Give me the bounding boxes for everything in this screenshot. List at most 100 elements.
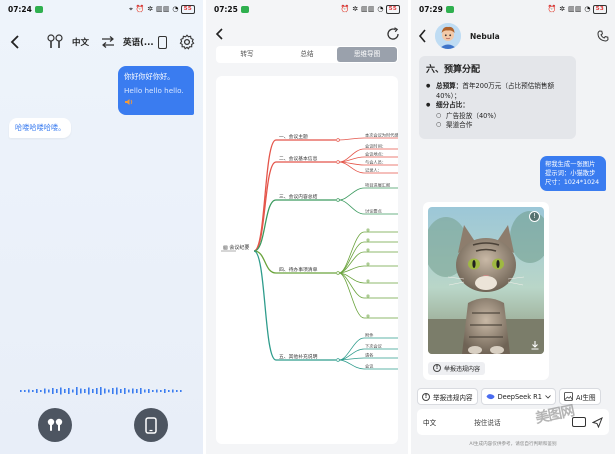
list-item: 细分占比：: [426, 101, 569, 112]
translation-screen: 07:24 ⌖ ⏰ ✲ ▥▥ ◔ 55 中文 英语(... 你好你好你好。 He…: [0, 0, 203, 454]
send-icon[interactable]: [592, 416, 603, 428]
leaf-connector: [338, 231, 365, 274]
battery-icon: 55: [180, 4, 195, 14]
leaf-connector: [338, 187, 365, 201]
chat-header: Nebula: [411, 20, 615, 52]
mindmap-leaf-icon: [366, 294, 370, 298]
back-icon[interactable]: [8, 34, 24, 50]
earbuds-icon: [47, 418, 63, 431]
phone-call-icon[interactable]: [597, 30, 609, 42]
mindmap-leaf-icon: [366, 262, 370, 266]
hold-to-talk[interactable]: 按住说话: [474, 417, 500, 427]
notification-icon: [445, 5, 454, 13]
phone-mode-button[interactable]: [134, 408, 168, 442]
input-language[interactable]: 中文: [423, 417, 436, 427]
mindmap: ▧ 会议纪要 一、会议主题 本次会议为时代感相二、会议基本信息 会议时间：会议地点：与…: [221, 132, 398, 370]
user-request-bubble[interactable]: 帮我生成一张图片 提示词：小猫散步 尺寸：1024*1024: [540, 156, 606, 191]
mindmap-leaf: 记录人：: [365, 167, 382, 173]
ai-chat-screen: 07:29 ⏰ ✲ ▥▥ ◔ 53 Nebula 六、预算分配 总预算：首年20…: [411, 0, 615, 454]
leaf-connector: [338, 272, 365, 299]
branch-node: [336, 198, 340, 202]
battery-icon: 53: [592, 4, 607, 14]
source-language[interactable]: 中文: [72, 36, 89, 48]
view-tabs: 转写 总结 思维导图: [216, 46, 398, 63]
alert-icon: !: [422, 392, 430, 401]
mindmap-branch: 四、待办事项清单: [279, 266, 318, 273]
mindmap-leaf: 项目进展汇报: [365, 182, 391, 189]
leaf-connector: [338, 251, 365, 274]
audio-waveform: [20, 387, 182, 395]
partner-speech-bubble[interactable]: 哈喽哈喽哈喽。: [9, 118, 72, 138]
avatar[interactable]: [435, 23, 461, 49]
translated-text: Hello hello hello.: [124, 86, 184, 95]
list-item: 总预算：首年200万元（占比预估销售额 40%）；: [426, 82, 569, 101]
mindmap-branch: 五、其他补充说明: [279, 353, 318, 360]
bot-avatar-icon: [435, 23, 461, 49]
notification-icon: [240, 5, 249, 13]
back-icon[interactable]: [214, 28, 226, 40]
status-bar: 07:29 ⏰ ✲ ▥▥ ◔ 53: [411, 0, 615, 18]
mindmap-leaf: 与会人员：: [365, 159, 386, 166]
voice-input-bar[interactable]: 中文 按住说话: [417, 409, 609, 435]
speaker-icon[interactable]: [124, 98, 134, 106]
back-icon[interactable]: [417, 29, 429, 43]
leaf-connector: [338, 148, 365, 163]
branch-connector: [253, 250, 277, 361]
status-time: 07:25: [214, 4, 238, 14]
source-text: 你好你好你好。: [124, 72, 175, 81]
mindmap-leaf: 会议: [365, 363, 374, 370]
tab-summary[interactable]: 总结: [277, 47, 337, 62]
mindmap-leaf-icon: [366, 238, 370, 242]
earbuds-mode-button[interactable]: [38, 408, 72, 442]
mindmap-canvas[interactable]: ▧ 会议纪要 一、会议主题 本次会议为时代感相二、会议基本信息 会议时间：会议地点：与…: [216, 76, 398, 444]
generated-cat-image[interactable]: !: [428, 207, 544, 354]
user-speech-bubble[interactable]: 你好你好你好。 Hello hello hello.: [118, 66, 194, 115]
mindmap-leaf-icon: [366, 248, 370, 252]
branch-connector: [253, 161, 277, 252]
bot-name: Nebula: [470, 31, 500, 41]
status-bar: 07:24 ⌖ ⏰ ✲ ▥▥ ◔ 55: [0, 0, 203, 18]
mindmap-leaf: 本次会议为时代感相: [365, 132, 398, 139]
gear-icon[interactable]: [179, 34, 195, 50]
swap-language-icon[interactable]: [101, 36, 115, 48]
generated-image-card: ! ! 举报违规内容: [423, 202, 549, 380]
mindmap-branch: 三、会议内容总结: [279, 193, 318, 200]
ai-disclaimer: AI生成内容仅供参考，请您自行判断和鉴别: [469, 442, 557, 447]
quick-actions: ! 举报违规内容 DeepSeek R1 AI生图: [417, 388, 611, 405]
branch-node: [336, 138, 340, 142]
mindmap-leaf: 讨论要点: [365, 208, 382, 215]
response-title: 六、预算分配: [426, 65, 481, 75]
status-icons: ⏰ ✲ ▥▥ ◔: [340, 5, 384, 13]
download-icon[interactable]: [530, 340, 540, 350]
meeting-notes-screen: 07:25 ⏰ ✲ ▥▥ ◔ 55 转写 总结 思维导图 ▧ 会议纪要 一、会议主…: [206, 0, 408, 454]
tab-mindmap[interactable]: 思维导图: [337, 47, 397, 62]
whale-icon: [486, 394, 495, 400]
leaf-connector: [338, 337, 365, 361]
report-button[interactable]: ! 举报违规内容: [417, 388, 478, 405]
leaf-connector: [338, 199, 365, 215]
chevron-down-icon: [545, 394, 551, 399]
model-selector[interactable]: DeepSeek R1: [480, 388, 556, 405]
info-icon[interactable]: !: [529, 211, 540, 222]
cat-image: [428, 207, 544, 354]
status-time: 07:29: [419, 4, 443, 14]
mindmap-leaf: 请各: [365, 352, 374, 359]
refresh-icon[interactable]: [386, 27, 400, 41]
ai-response-card: 六、预算分配 总预算：首年200万元（占比预估销售额 40%）； 细分占比： 广…: [419, 56, 576, 139]
phone-icon: [145, 416, 157, 434]
mindmap-branch: 一、会议主题: [279, 133, 308, 140]
status-bar: 07:25 ⏰ ✲ ▥▥ ◔ 55: [206, 0, 408, 18]
report-content-button[interactable]: ! 举报违规内容: [428, 361, 486, 375]
list-item: 广告投放（40%）: [426, 112, 569, 122]
tab-transcript[interactable]: 转写: [217, 47, 277, 62]
branch-connector: [253, 139, 277, 252]
target-language[interactable]: 英语(...: [123, 36, 154, 48]
earbuds-icon[interactable]: [46, 34, 64, 50]
leaf-connector: [338, 359, 365, 370]
status-icons: ⌖ ⏰ ✲ ▥▥ ◔: [128, 4, 179, 13]
mindmap-leaf: 会议时间：: [365, 143, 386, 150]
mindmap-root: ▧ 会议纪要: [223, 244, 249, 251]
branch-node: [336, 160, 340, 164]
mindmap-leaf: 下次会议: [365, 343, 383, 350]
notes-header: [206, 24, 408, 44]
